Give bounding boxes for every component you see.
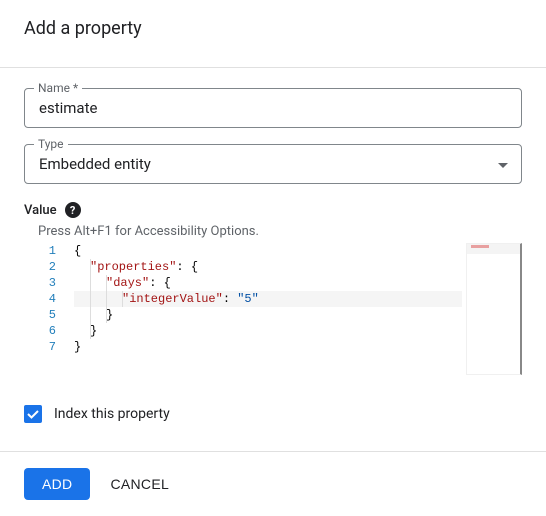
help-icon[interactable]: ?: [65, 202, 81, 218]
line-number: 7: [24, 339, 56, 355]
accessibility-hint: Press Alt+F1 for Accessibility Options.: [38, 224, 522, 239]
dialog-title: Add a property: [24, 18, 522, 39]
cancel-button[interactable]: CANCEL: [110, 476, 169, 492]
name-input[interactable]: [24, 88, 522, 128]
divider: [0, 67, 546, 68]
code-line[interactable]: }: [74, 323, 522, 339]
code-line[interactable]: "properties": {: [74, 259, 522, 275]
code-editor[interactable]: 1234567 {"properties": {"days": {"intege…: [24, 243, 522, 379]
line-number: 3: [24, 275, 56, 291]
name-field-wrap: Name *: [24, 88, 522, 128]
type-label: Type: [34, 137, 68, 151]
line-number: 4: [24, 291, 56, 307]
line-gutter: 1234567: [24, 243, 74, 379]
code-line[interactable]: }: [74, 339, 522, 355]
line-number: 6: [24, 323, 56, 339]
index-checkbox[interactable]: [24, 405, 42, 423]
name-label: Name *: [34, 81, 82, 95]
type-field-wrap: Type Embedded entity: [24, 144, 522, 184]
line-number: 5: [24, 307, 56, 323]
type-select[interactable]: Embedded entity: [24, 144, 522, 184]
value-label: Value: [24, 203, 57, 218]
code-line[interactable]: "days": {: [74, 275, 522, 291]
minimap[interactable]: [466, 243, 522, 375]
add-button[interactable]: ADD: [24, 468, 90, 500]
code-area[interactable]: {"properties": {"days": {"integerValue":…: [74, 243, 522, 379]
code-line[interactable]: "integerValue": "5": [74, 291, 462, 307]
line-number: 1: [24, 243, 56, 259]
line-number: 2: [24, 259, 56, 275]
code-line[interactable]: {: [74, 243, 522, 259]
index-label: Index this property: [54, 406, 170, 422]
code-line[interactable]: }: [74, 307, 522, 323]
